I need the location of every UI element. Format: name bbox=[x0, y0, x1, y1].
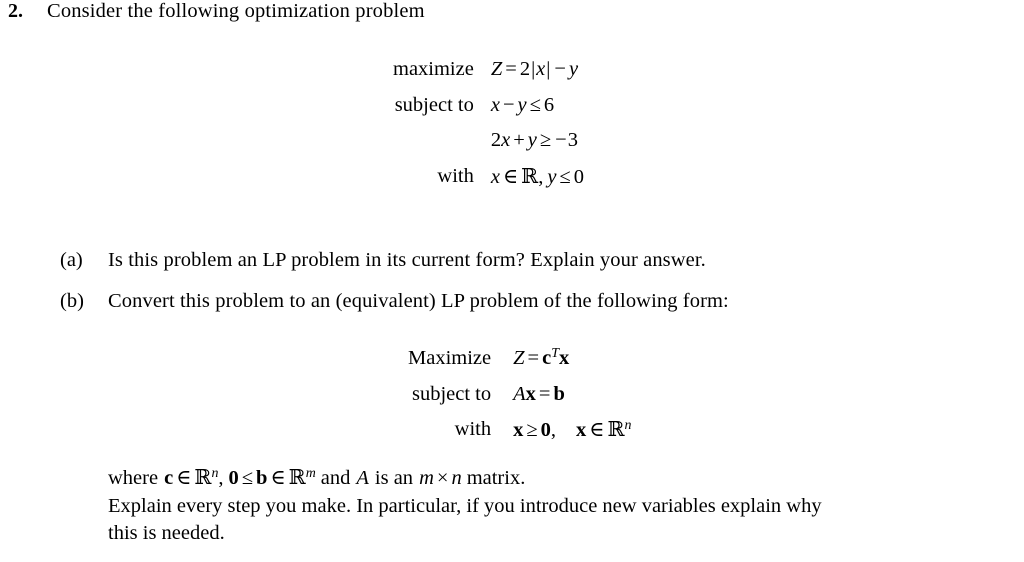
subquestion-b: (b) Convert this problem to an (equivale… bbox=[60, 290, 1010, 313]
std-row-expression-domain: x ≥0, x ∈ ℝn bbox=[513, 417, 632, 441]
math-row-expression-domain: x ∈ ℝ, y ≤0 bbox=[490, 163, 584, 188]
subquestion-b-marker: (b) bbox=[60, 290, 84, 312]
trailing-line-explain: Explain every step you make. In particul… bbox=[108, 494, 822, 517]
math-block-primal: maximize Z = 2|x| − y subject to x − y ≤6 2x + y ≥… bbox=[393, 52, 584, 195]
std-row-label-maximize: Maximize bbox=[408, 347, 492, 369]
math-row-label-subject-to: subject to bbox=[394, 93, 474, 116]
math-row-expression-objective: Z = 2|x| − y bbox=[490, 58, 579, 80]
math-row-expression-constraint-2: 2x + y ≥ −3 bbox=[490, 129, 578, 151]
problem-heading: 2. Consider the following optimization p… bbox=[8, 0, 1008, 23]
std-row-label-subject-to: subject to bbox=[411, 382, 492, 405]
subquestion-a-text: Is this problem an LP problem in its cur… bbox=[108, 249, 706, 271]
std-row-expression-objective: Z = cTx bbox=[513, 345, 570, 369]
problem-number: 2. bbox=[8, 0, 23, 22]
subquestion-b-text: Convert this problem to an (equivalent) … bbox=[108, 290, 729, 312]
subquestion-a-marker: (a) bbox=[60, 249, 83, 271]
problem-statement: Consider the following optimization prob… bbox=[47, 0, 425, 22]
trailing-paragraph: where c ∈ ℝn, 0 ≤ b ∈ ℝm and Ais an m × n matrix. Expl… bbox=[108, 464, 1018, 548]
math-row-label-with: with bbox=[437, 164, 474, 187]
document-page: 2. Consider the following optimization p… bbox=[0, 0, 1024, 562]
trailing-line-needed: this is needed. bbox=[108, 522, 225, 544]
subquestion-a: (a) Is this problem an LP problem in its… bbox=[60, 249, 1010, 272]
math-block-standard-form: Maximize Z = cTx subject to Ax = b with x ≥0,… bbox=[408, 341, 631, 449]
std-row-expression-constraint: Ax = b bbox=[513, 382, 565, 405]
trailing-line-where: where c ∈ ℝn, 0 ≤ b ∈ ℝm and Ais an m × n matrix. bbox=[108, 465, 526, 489]
math-row-label-maximize: maximize bbox=[393, 58, 474, 80]
math-row-expression-constraint-1: x − y ≤6 bbox=[490, 93, 555, 116]
std-row-label-with: with bbox=[454, 418, 492, 440]
math-row-label-blank bbox=[393, 123, 474, 159]
